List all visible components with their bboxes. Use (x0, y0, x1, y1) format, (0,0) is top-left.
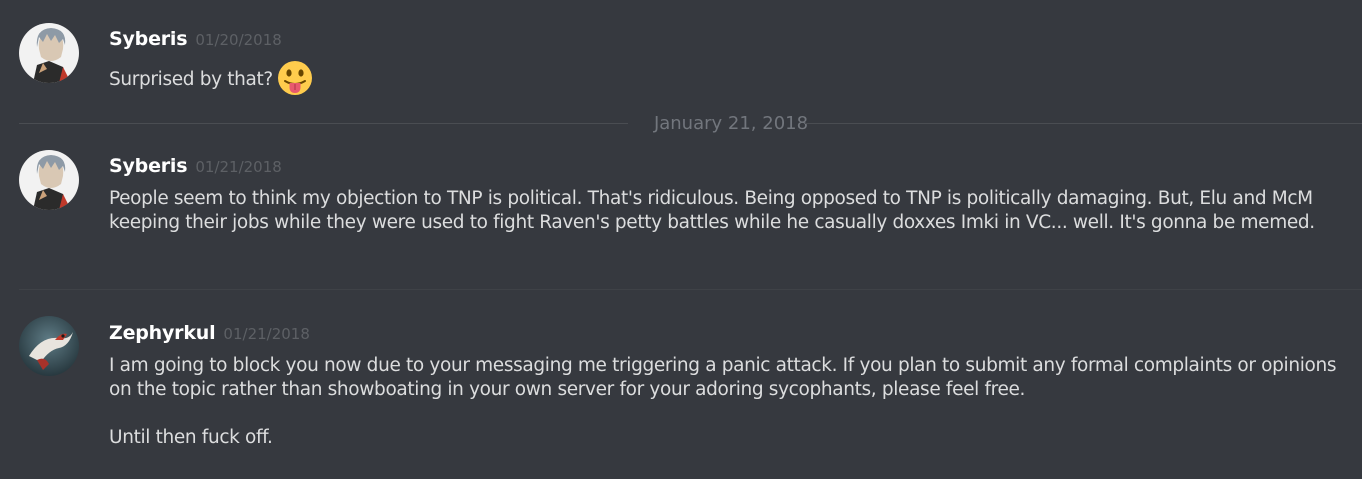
username[interactable]: Zephyrkul (109, 322, 216, 344)
message-text: Until then fuck off. (109, 427, 273, 448)
message-header: Syberis 01/20/2018 (109, 28, 282, 54)
avatar[interactable] (19, 316, 79, 376)
avatar[interactable] (19, 150, 79, 210)
message-text: Surprised by that? (109, 69, 273, 90)
timestamp: 01/21/2018 (223, 325, 310, 343)
username[interactable]: Syberis (109, 155, 188, 177)
message-content: People seem to think my objection to TNP… (109, 187, 1339, 235)
avatar[interactable] (19, 23, 79, 83)
message-header: Syberis 01/21/2018 (109, 155, 282, 181)
message-separator (19, 289, 1362, 290)
message-header: Zephyrkul 01/21/2018 (109, 322, 310, 348)
message-text: People seem to think my objection to TNP… (109, 188, 1315, 233)
timestamp: 01/21/2018 (195, 158, 282, 176)
message-content: Surprised by that? (109, 60, 1339, 98)
chat-messages: Syberis 01/20/2018 Surprised by that? Jan… (0, 0, 1362, 479)
date-divider: January 21, 2018 (19, 112, 1362, 136)
username[interactable]: Syberis (109, 28, 188, 50)
timestamp: 01/20/2018 (195, 31, 282, 49)
message-text: I am going to block you now due to your … (109, 355, 1337, 400)
message-content: I am going to block you now due to your … (109, 354, 1339, 450)
divider-line (805, 123, 1362, 124)
divider-line (19, 123, 628, 124)
stuck-out-tongue-emoji (277, 60, 313, 96)
date-divider-label: January 21, 2018 (653, 113, 809, 134)
